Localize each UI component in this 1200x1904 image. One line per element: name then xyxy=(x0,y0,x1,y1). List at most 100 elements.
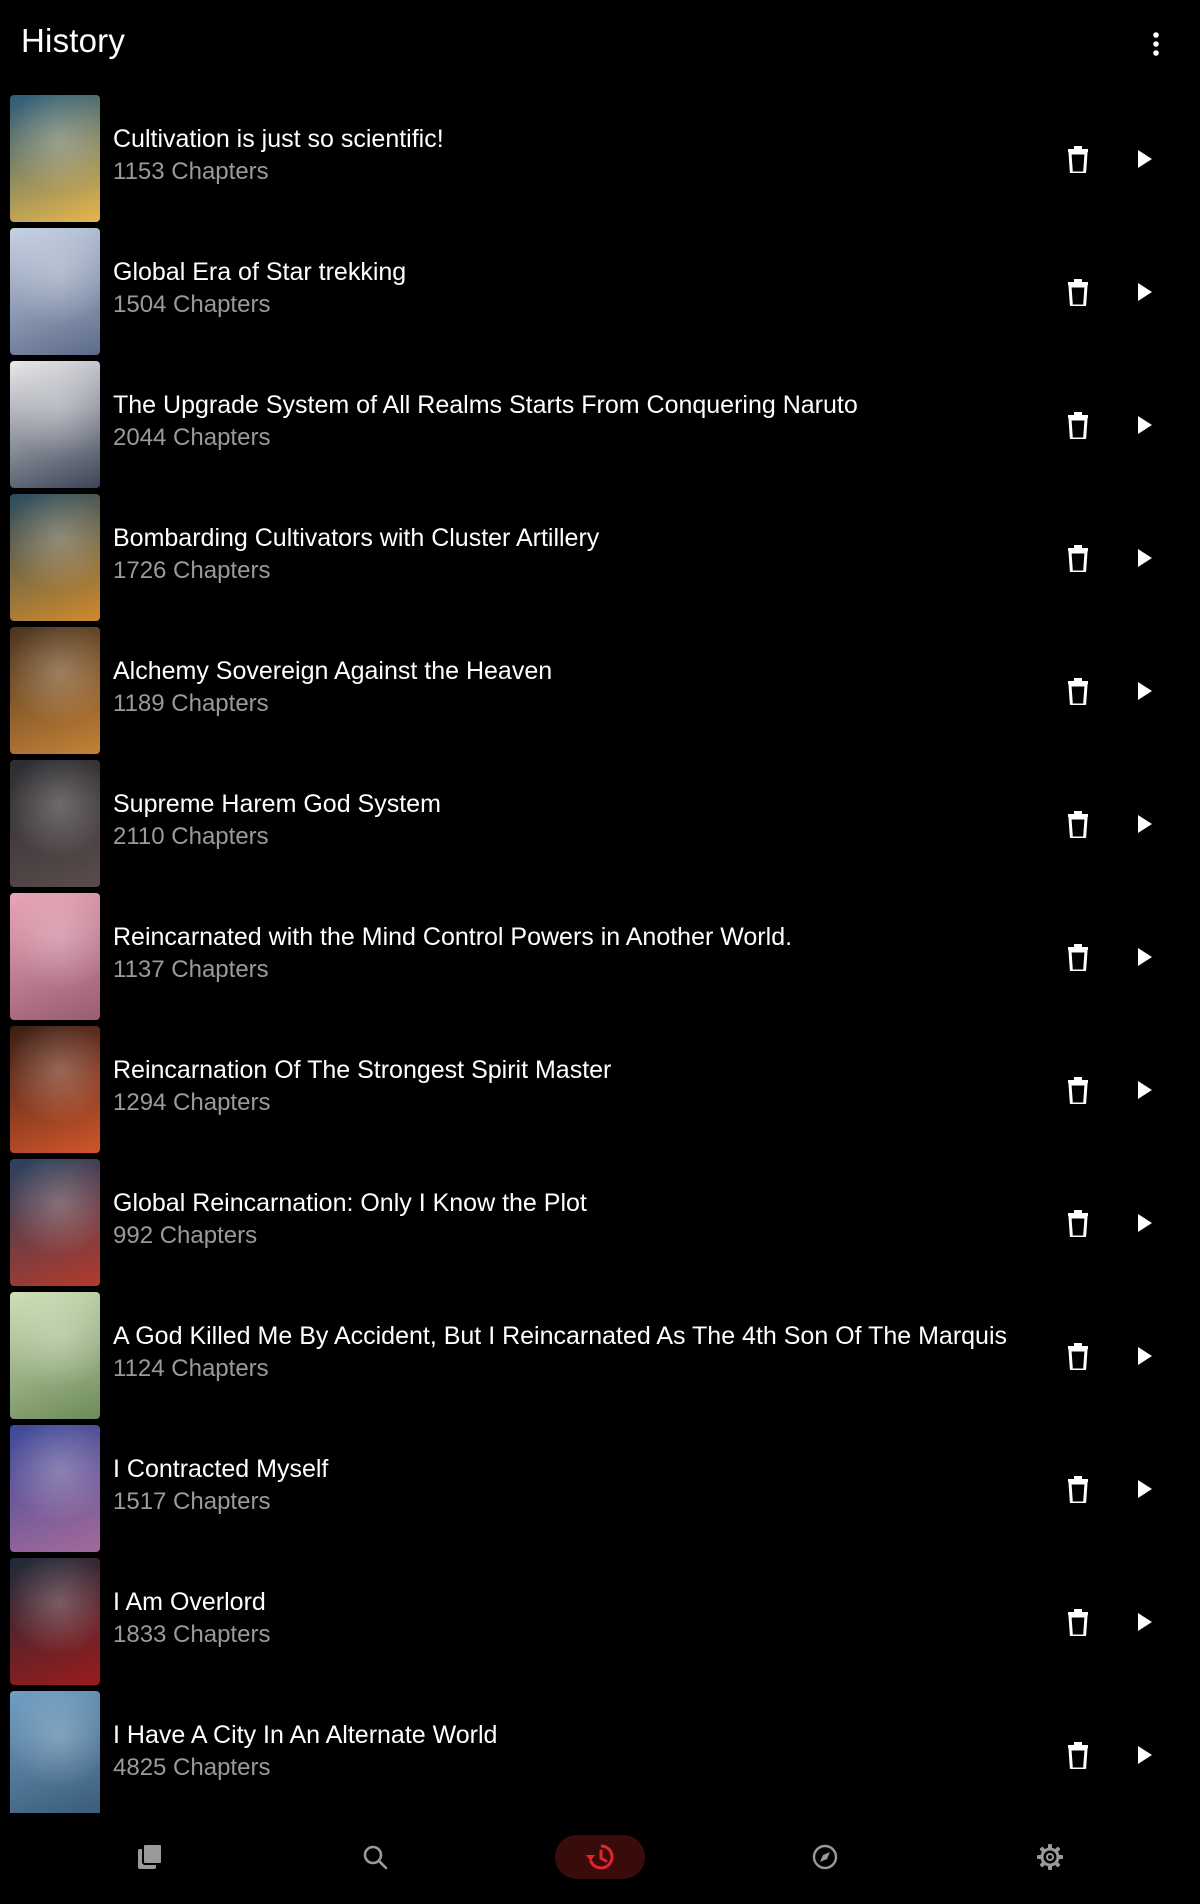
chapter-count: 4825 Chapters xyxy=(113,1754,271,1781)
trash-icon xyxy=(1068,678,1088,705)
book-title[interactable]: Supreme Harem God System xyxy=(113,790,441,819)
trash-icon xyxy=(1068,1609,1088,1636)
trash-icon xyxy=(1068,412,1088,439)
book-title[interactable]: I Have A City In An Alternate World xyxy=(113,1721,497,1750)
delete-button[interactable] xyxy=(1060,1070,1096,1110)
chapter-count: 1726 Chapters xyxy=(113,557,271,584)
history-item[interactable]: I Contracted Myself 1517 Chapters xyxy=(0,1423,1200,1556)
delete-button[interactable] xyxy=(1060,272,1096,312)
history-item[interactable]: Reincarnation Of The Strongest Spirit Ma… xyxy=(0,1024,1200,1157)
book-title[interactable]: Reincarnation Of The Strongest Spirit Ma… xyxy=(113,1056,611,1085)
history-item[interactable]: Reincarnated with the Mind Control Power… xyxy=(0,891,1200,1024)
chapter-count: 1517 Chapters xyxy=(113,1488,271,1515)
trash-icon xyxy=(1068,1077,1088,1104)
book-cover[interactable] xyxy=(10,1026,100,1153)
resume-button[interactable] xyxy=(1130,538,1160,578)
delete-button[interactable] xyxy=(1060,1602,1096,1642)
book-cover[interactable] xyxy=(10,627,100,754)
book-cover[interactable] xyxy=(10,893,100,1020)
book-title[interactable]: Alchemy Sovereign Against the Heaven xyxy=(113,657,552,686)
history-item[interactable]: A God Killed Me By Accident, But I Reinc… xyxy=(0,1290,1200,1423)
book-title[interactable]: Global Era of Star trekking xyxy=(113,258,406,287)
history-item[interactable]: I Have A City In An Alternate World 4825 … xyxy=(0,1689,1200,1813)
history-item[interactable]: The Upgrade System of All Realms Starts … xyxy=(0,359,1200,492)
book-title[interactable]: I Am Overlord xyxy=(113,1588,266,1617)
trash-icon xyxy=(1068,545,1088,572)
book-title[interactable]: The Upgrade System of All Realms Starts … xyxy=(113,391,858,420)
trash-icon xyxy=(1068,279,1088,306)
book-title[interactable]: Cultivation is just so scientific! xyxy=(113,125,444,154)
book-title[interactable]: I Contracted Myself xyxy=(113,1455,328,1484)
delete-button[interactable] xyxy=(1060,139,1096,179)
history-item[interactable]: Cultivation is just so scientific! 1153 C… xyxy=(0,93,1200,226)
delete-button[interactable] xyxy=(1060,538,1096,578)
delete-button[interactable] xyxy=(1060,1469,1096,1509)
play-icon xyxy=(1138,1214,1152,1232)
delete-button[interactable] xyxy=(1060,671,1096,711)
nav-item-library[interactable] xyxy=(105,1835,195,1879)
resume-button[interactable] xyxy=(1130,804,1160,844)
play-icon xyxy=(1138,150,1152,168)
history-list: Cultivation is just so scientific! 1153 C… xyxy=(0,93,1200,1813)
compass-icon xyxy=(812,1844,838,1870)
chapter-count: 2110 Chapters xyxy=(113,823,269,850)
book-cover[interactable] xyxy=(10,494,100,621)
play-icon xyxy=(1138,815,1152,833)
nav-item-settings[interactable] xyxy=(1005,1835,1095,1879)
history-item[interactable]: Supreme Harem God System 2110 Chapters xyxy=(0,758,1200,891)
chapter-count: 992 Chapters xyxy=(113,1222,258,1249)
resume-button[interactable] xyxy=(1130,671,1160,711)
resume-button[interactable] xyxy=(1130,1070,1160,1110)
play-icon xyxy=(1138,948,1152,966)
book-cover[interactable] xyxy=(10,228,100,355)
resume-button[interactable] xyxy=(1130,1602,1160,1642)
nav-item-search[interactable] xyxy=(330,1835,420,1879)
resume-button[interactable] xyxy=(1130,272,1160,312)
book-cover[interactable] xyxy=(10,1425,100,1552)
trash-icon xyxy=(1068,1210,1088,1237)
play-icon xyxy=(1138,1081,1152,1099)
delete-button[interactable] xyxy=(1060,1336,1096,1376)
play-icon xyxy=(1138,682,1152,700)
history-item[interactable]: Bombarding Cultivators with Cluster Arti… xyxy=(0,492,1200,625)
delete-button[interactable] xyxy=(1060,1203,1096,1243)
resume-button[interactable] xyxy=(1130,1203,1160,1243)
book-cover[interactable] xyxy=(10,1691,100,1813)
history-item[interactable]: Global Reincarnation: Only I Know the Pl… xyxy=(0,1157,1200,1290)
resume-button[interactable] xyxy=(1130,1469,1160,1509)
book-cover[interactable] xyxy=(10,1292,100,1419)
play-icon xyxy=(1138,1480,1152,1498)
book-cover[interactable] xyxy=(10,1159,100,1286)
history-item[interactable]: I Am Overlord 1833 Chapters xyxy=(0,1556,1200,1689)
resume-button[interactable] xyxy=(1130,405,1160,445)
nav-item-history[interactable] xyxy=(555,1835,645,1879)
book-title[interactable]: Bombarding Cultivators with Cluster Arti… xyxy=(113,524,599,553)
chapter-count: 1153 Chapters xyxy=(113,158,269,185)
book-cover[interactable] xyxy=(10,760,100,887)
book-cover[interactable] xyxy=(10,95,100,222)
more-vert-icon xyxy=(1153,32,1159,56)
chapter-count: 1833 Chapters xyxy=(113,1621,271,1648)
book-title[interactable]: A God Killed Me By Accident, But I Reinc… xyxy=(113,1322,1007,1351)
history-item[interactable]: Global Era of Star trekking 1504 Chapters xyxy=(0,226,1200,359)
play-icon xyxy=(1138,1613,1152,1631)
resume-button[interactable] xyxy=(1130,139,1160,179)
search-icon xyxy=(363,1845,388,1870)
book-cover[interactable] xyxy=(10,1558,100,1685)
history-icon xyxy=(586,1844,614,1870)
gear-icon xyxy=(1037,1844,1063,1870)
delete-button[interactable] xyxy=(1060,804,1096,844)
more-options-button[interactable] xyxy=(1138,26,1174,62)
resume-button[interactable] xyxy=(1130,1735,1160,1775)
delete-button[interactable] xyxy=(1060,1735,1096,1775)
resume-button[interactable] xyxy=(1130,1336,1160,1376)
history-item[interactable]: Alchemy Sovereign Against the Heaven 1189… xyxy=(0,625,1200,758)
book-cover[interactable] xyxy=(10,361,100,488)
delete-button[interactable] xyxy=(1060,937,1096,977)
book-title[interactable]: Reincarnated with the Mind Control Power… xyxy=(113,923,792,952)
nav-item-explore[interactable] xyxy=(780,1835,870,1879)
chapter-count: 1124 Chapters xyxy=(113,1355,269,1382)
book-title[interactable]: Global Reincarnation: Only I Know the Pl… xyxy=(113,1189,587,1218)
delete-button[interactable] xyxy=(1060,405,1096,445)
resume-button[interactable] xyxy=(1130,937,1160,977)
